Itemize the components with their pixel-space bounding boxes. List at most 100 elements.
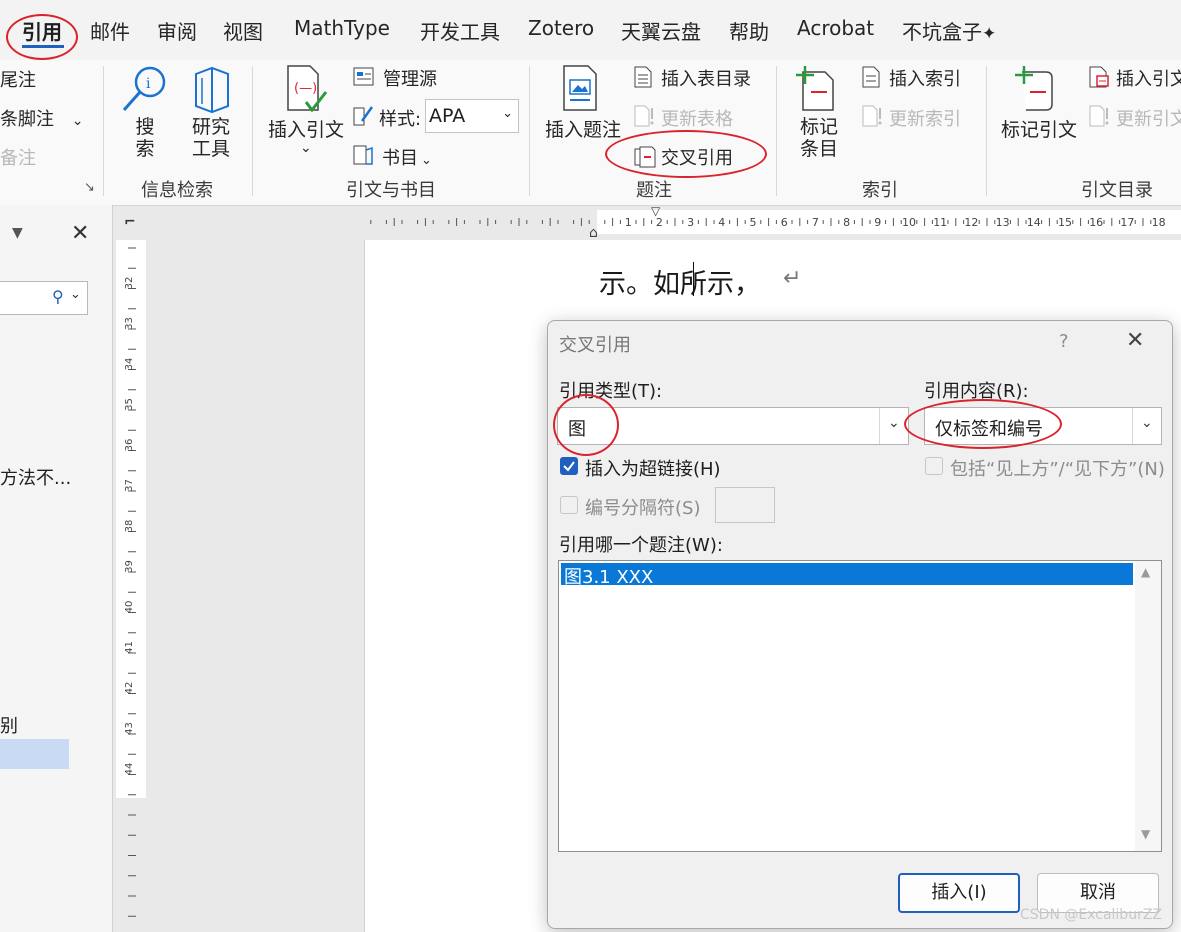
chevron-down-icon: ⌄ [502,106,513,121]
next-footnote-button[interactable]: 条脚注 ⌄ [0,105,83,131]
tab-selector-icon[interactable]: ⌐ [124,214,136,230]
tab-zotero[interactable]: Zotero [528,16,594,40]
close-icon[interactable]: ✕ [71,221,89,246]
ruler-number: 41 [124,641,135,654]
update-index-icon [861,105,883,127]
tab-help[interactable]: 帮助 [729,16,769,45]
tab-cloud-drive[interactable]: 天翼云盘 [621,16,701,45]
scroll-up-icon[interactable]: ▲ [1141,565,1150,579]
mark-entry-icon [795,64,837,112]
update-toa-icon [1088,105,1110,127]
tab-acrobat[interactable]: Acrobat [797,16,874,40]
tab-developer[interactable]: 开发工具 [420,16,500,45]
ruler-number: 10 [902,216,916,229]
insert-table-of-figures-button[interactable]: 插入表目录 [661,65,751,91]
left-indent-marker[interactable]: ⌂ [589,225,598,241]
research-label-1: 研究 [191,116,230,138]
svg-text:i: i [146,76,151,92]
ruler-number: 18 [1152,216,1166,229]
mark-entry-button[interactable]: 标记 条目 [797,116,841,160]
group-label-index: 索引 [862,180,898,201]
dialog-launcher-icon[interactable]: ↘ [84,180,95,195]
insert-as-hyperlink-checkbox[interactable] [560,457,578,475]
tab-mailings[interactable]: 邮件 [90,16,130,45]
insert-toa-button[interactable]: 插入引文 [1116,65,1181,91]
nav-search-input[interactable]: ⚲ ⌄ [0,281,88,315]
group-label-captions: 题注 [636,180,672,201]
ruler-number: 44 [124,763,135,776]
manage-sources-button[interactable]: 管理源 [383,65,437,91]
scrollbar[interactable]: ▲ ▼ [1135,561,1161,851]
nav-selected-item[interactable] [0,739,69,769]
ruler-number: 37 [124,479,135,492]
next-footnote-label: 条脚注 [0,109,54,130]
tab-box-addin[interactable]: 不坑盒子✦ [902,16,996,45]
chevron-down-icon: ⌄ [71,113,84,129]
ruler-number: 6 [781,216,788,229]
first-line-indent-marker[interactable]: ▽ [651,204,660,218]
close-icon[interactable]: ✕ [1126,328,1144,353]
tab-view[interactable]: 视图 [223,16,263,45]
search-label-2: 索 [135,138,155,160]
ruler-number: 3 [687,216,694,229]
document-text-line[interactable]: 示。如所示， [599,262,761,301]
group-separator [252,66,253,196]
search-research-icon[interactable]: i [120,64,168,116]
style-icon [352,105,374,127]
separator-input[interactable] [715,487,775,523]
chevron-down-icon: ⌄ [70,287,81,302]
update-table-button[interactable]: 更新表格 [661,105,733,131]
update-index-button[interactable]: 更新索引 [889,105,961,131]
show-notes-button[interactable]: 备注 [0,144,36,170]
update-toa-button[interactable]: 更新引文 [1116,105,1181,131]
table-of-figures-icon [633,66,653,88]
include-above-below-label: 包括“见上方”/“见下方”(N) [950,459,1165,480]
insert-endnote-button[interactable]: 尾注 [0,66,36,92]
mark-citation-icon [1012,64,1058,112]
nav-heading-item[interactable]: 方法不... [0,464,71,490]
chevron-down-icon[interactable]: ⌄ [300,140,312,156]
chevron-down-icon: ⌄ [1132,408,1161,444]
ribbon-tab-bar: 引用 邮件 审阅 视图 MathType 开发工具 Zotero 天翼云盘 帮助… [0,0,1181,60]
ruler-number: 16 [1089,216,1103,229]
pane-options-dropdown-icon[interactable]: ▼ [12,225,23,241]
ruler-number: 32 [124,277,135,290]
annotation-circle-reference-type [553,394,619,456]
tab-review[interactable]: 审阅 [157,16,197,45]
search-button[interactable]: 搜 索 [127,116,163,160]
separate-numbers-checkbox[interactable] [560,496,578,514]
nav-heading-item[interactable]: 别 [0,712,18,738]
insert-as-hyperlink-label: 插入为超链接(H) [585,459,721,480]
research-tool-icon[interactable] [190,64,234,116]
insert-index-button[interactable]: 插入索引 [889,65,961,91]
ribbon: 尾注 条脚注 ⌄ 备注 ↘ i 搜 索 研究 工具 信息检索 (—) 插入引文 … [0,60,1181,206]
insert-caption-icon [560,64,602,114]
insert-button[interactable]: 插入(I) [898,873,1020,913]
ruler-number: 40 [124,601,135,614]
ruler-number: 9 [874,216,881,229]
tab-mathtype[interactable]: MathType [294,16,390,40]
include-above-below-checkbox[interactable] [925,457,943,475]
research-tools-button[interactable]: 研究 工具 [186,116,236,160]
mark-citation-button[interactable]: 标记引文 [1001,115,1077,142]
group-label-toa: 引文目录 [1081,180,1153,201]
insert-citation-icon: (—) [284,64,328,114]
ruler-number: 34 [124,358,135,371]
bibliography-button[interactable]: 书目 ⌄ [382,144,432,170]
insert-toa-icon [1088,66,1110,88]
scroll-down-icon[interactable]: ▼ [1141,827,1150,841]
mark-entry-label-1: 标记 [799,116,838,138]
help-button[interactable]: ? [1059,331,1069,352]
insert-citation-button[interactable]: 插入引文 [268,115,344,142]
group-label-research: 信息检索 [141,180,213,201]
caption-list[interactable]: 图3.1 XXX ▲ ▼ [558,560,1162,852]
citation-style-select[interactable]: APA ⌄ [425,99,519,133]
insert-caption-button[interactable]: 插入题注 [545,115,621,142]
group-separator [986,66,987,196]
search-icon: ⚲ [52,287,64,306]
ruler-number: 4 [718,216,725,229]
ruler-number: 15 [1058,216,1072,229]
list-item-selected[interactable]: 图3.1 XXX [561,563,1133,588]
ruler-number: 5 [750,216,757,229]
paragraph-mark-icon: ↵ [783,266,802,291]
